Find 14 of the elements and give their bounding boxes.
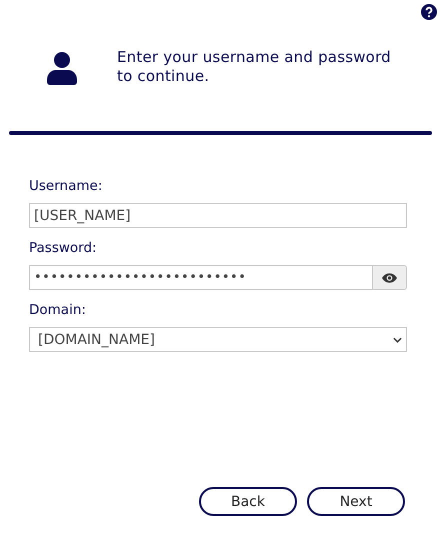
- password-field[interactable]: ••••••••••••••••••••••••••: [29, 265, 373, 290]
- show-password-button[interactable]: [373, 265, 407, 290]
- field-label: Domain:: [29, 302, 87, 318]
- help-icon[interactable]: [421, 4, 437, 20]
- eye-icon: [382, 272, 397, 282]
- field-label: Password:: [29, 240, 98, 256]
- field-label: Username:: [29, 178, 104, 194]
- user-icon: [47, 52, 77, 84]
- chevron-down-icon: [393, 336, 402, 342]
- instruction-text: Enter your username and password to continue.: [117, 48, 392, 86]
- domain-dropdown[interactable]: [DOMAIN_NAME]: [29, 327, 407, 352]
- username-field[interactable]: [USER_NAME]: [29, 203, 407, 228]
- back-button[interactable]: Back: [199, 487, 297, 516]
- next-button[interactable]: Next: [307, 487, 405, 516]
